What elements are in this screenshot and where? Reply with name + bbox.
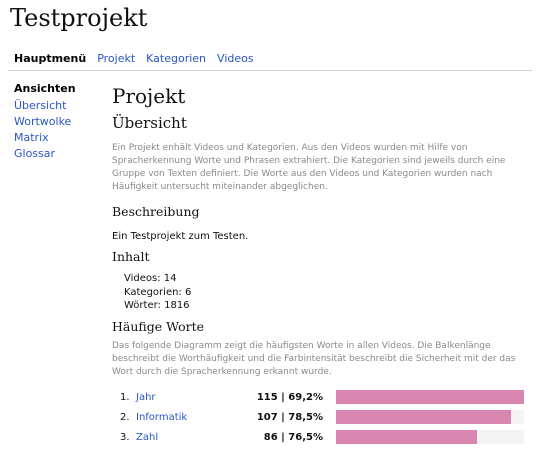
bar-row: 1. Jahr 115 | 69,2% <box>112 389 530 409</box>
sidebar: Ansichten Übersicht Wortwolke Matrix Glo… <box>14 82 94 162</box>
bar-value-label: 115 | 69,2% <box>256 391 323 403</box>
nav-divider <box>8 70 532 71</box>
content-stats: Videos: 14 Kategorien: 6 Wörter: 1816 <box>112 272 530 313</box>
description-text: Ein Testprojekt zum Testen. <box>112 231 249 242</box>
page-title: Projekt <box>112 84 186 108</box>
description-heading: Beschreibung <box>112 204 200 219</box>
bar-value-label: 86 | 76,5% <box>263 431 323 443</box>
bar-word-link[interactable]: Jahr <box>136 392 156 403</box>
bar-word-link[interactable]: Informatik <box>136 412 187 423</box>
main-nav: Hauptmenü Projekt Kategorien Videos <box>14 52 254 65</box>
bar-row: 3. Zahl 86 | 76,5% <box>112 429 530 449</box>
bar-value-label: 107 | 78,5% <box>256 411 323 423</box>
bar-track <box>336 409 524 424</box>
section-title: Übersicht <box>112 114 187 132</box>
bar-row: 2. Informatik 107 | 78,5% <box>112 409 530 429</box>
nav-hauptmenue[interactable]: Hauptmenü <box>14 52 86 65</box>
site-title: Testprojekt <box>10 4 148 32</box>
main-content: Projekt Übersicht Ein Projekt enhält Vid… <box>112 84 530 449</box>
words-count: Wörter: 1816 <box>124 300 190 311</box>
nav-videos[interactable]: Videos <box>217 52 254 65</box>
videos-count: Videos: 14 <box>124 273 177 284</box>
sidebar-item-uebersicht[interactable]: Übersicht <box>14 98 94 114</box>
intro-text: Ein Projekt enhält Videos und Kategorien… <box>112 143 506 192</box>
categories-count: Kategorien: 6 <box>124 286 192 298</box>
sidebar-item-glossar[interactable]: Glossar <box>14 146 94 162</box>
nav-kategorien[interactable]: Kategorien <box>146 52 206 65</box>
content-heading: Inhalt <box>112 249 150 264</box>
sidebar-item-wortwolke[interactable]: Wortwolke <box>14 114 94 130</box>
bar-track <box>336 389 524 404</box>
bar <box>336 389 524 404</box>
frequent-words-chart: 1. Jahr 115 | 69,2% 2. Informatik 107 | 78,5%… <box>112 389 530 449</box>
bar <box>336 429 477 444</box>
frequent-words-text: Das folgende Diagramm zeigt die häufigst… <box>112 340 516 377</box>
bar-word-link[interactable]: Zahl <box>136 432 158 443</box>
nav-projekt[interactable]: Projekt <box>97 52 135 65</box>
bar-rank: 3. <box>120 431 130 443</box>
bar-track <box>336 429 524 444</box>
sidebar-item-matrix[interactable]: Matrix <box>14 130 94 146</box>
bar-rank: 2. <box>120 411 130 423</box>
sidebar-heading: Ansichten <box>14 82 76 95</box>
bar <box>336 409 511 424</box>
frequent-words-heading: Häufige Worte <box>112 318 205 334</box>
bar-rank: 1. <box>120 391 130 403</box>
